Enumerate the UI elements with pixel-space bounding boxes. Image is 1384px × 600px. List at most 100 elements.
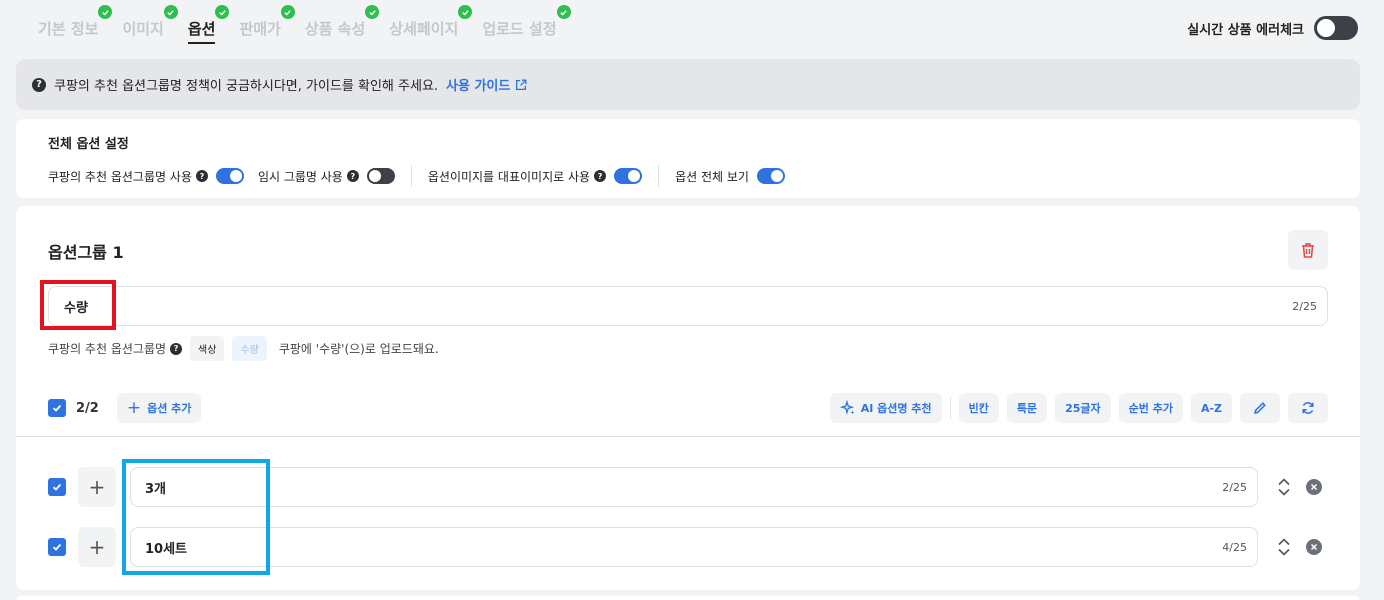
- tab-label: 상세페이지: [389, 20, 459, 38]
- setting-label: 임시 그룹명 사용: [257, 169, 343, 184]
- remove-option-icon[interactable]: [1306, 539, 1322, 555]
- check-icon: [98, 5, 113, 19]
- add-option-button[interactable]: + 옵션 추가: [116, 393, 202, 423]
- recommended-group-names: 쿠팡의 추천 옵션그룹명 ? 색상 수량 쿠팡에 '수량'(으)로 업로드돼요.: [48, 336, 439, 361]
- help-icon[interactable]: ?: [195, 170, 208, 182]
- tab-label: 판매가: [239, 20, 281, 38]
- sparkle-icon: [839, 400, 855, 415]
- tab-label: 기본 정보: [38, 20, 99, 38]
- add-sub-option-button[interactable]: +: [78, 527, 116, 567]
- temp-group-name-toggle[interactable]: [366, 168, 395, 184]
- setting-temp-group-name: 임시 그룹명 사용 ?: [258, 168, 395, 185]
- pencil-icon: [1253, 402, 1266, 415]
- tab-price[interactable]: 판매가: [239, 5, 295, 44]
- option-checkbox[interactable]: [48, 538, 66, 556]
- group-name-value: 수량: [64, 300, 88, 316]
- setting-recommended-group-name: 쿠팡의 추천 옵션그룹명 사용 ?: [48, 168, 244, 185]
- help-icon[interactable]: ?: [594, 170, 607, 182]
- rec-chip[interactable]: 색상: [190, 336, 225, 361]
- drag-sort-icon[interactable]: [1276, 477, 1292, 497]
- ai-label: AI 옵션명 추천: [860, 402, 932, 415]
- group-name-input[interactable]: 수량 2/25: [48, 286, 1328, 326]
- rec-label: 쿠팡의 추천 옵션그룹명: [48, 342, 167, 356]
- error-check-toggle[interactable]: [1314, 16, 1358, 40]
- tab-basic-info[interactable]: 기본 정보: [38, 5, 113, 44]
- upload-message: 쿠팡에 '수량'(으)로 업로드돼요.: [278, 342, 439, 356]
- tab-upload-settings[interactable]: 업로드 설정: [482, 5, 571, 44]
- external-link-icon: [516, 79, 527, 90]
- setting-label: 옵션이미지를 대표이미지로 사용: [427, 169, 591, 184]
- refresh-button[interactable]: [1288, 393, 1328, 423]
- edit-button[interactable]: [1240, 393, 1280, 423]
- view-all-options-toggle[interactable]: [756, 168, 785, 184]
- settings-title: 전체 옵션 설정: [48, 137, 129, 152]
- add-sub-option-button[interactable]: +: [78, 467, 116, 507]
- option-value: 10세트: [145, 541, 188, 557]
- special-char-button[interactable]: 특문: [1006, 393, 1048, 423]
- check-icon: [458, 5, 473, 19]
- divider: [16, 436, 1360, 437]
- guide-banner: ? 쿠팡의 추천 옵션그룹명 정책이 궁금하시다면, 가이드를 확인해 주세요.…: [16, 59, 1360, 110]
- tab-attributes[interactable]: 상품 속성: [305, 5, 380, 44]
- plus-icon: +: [126, 397, 142, 418]
- char-counter: 4/25: [1222, 540, 1247, 554]
- check-icon: [215, 5, 230, 19]
- divider: [658, 165, 660, 187]
- check-icon: [52, 483, 62, 491]
- tab-image[interactable]: 이미지: [122, 5, 178, 44]
- 25-chars-button[interactable]: 25글자: [1055, 393, 1111, 423]
- delete-group-button[interactable]: [1288, 230, 1328, 270]
- option-group-card: 옵션그룹 1 수량 2/25 쿠팡의 추천 옵션그룹명 ? 색상 수량 쿠팡에 …: [16, 206, 1360, 590]
- help-icon: ?: [32, 77, 46, 92]
- tab-label: 옵션: [187, 20, 216, 38]
- setting-label: 옵션 전체 보기: [675, 169, 749, 184]
- select-all-checkbox[interactable]: [48, 399, 66, 417]
- option-value-input[interactable]: 10세트 4/25: [130, 527, 1258, 567]
- recommended-group-name-toggle[interactable]: [215, 168, 244, 184]
- option-image-main-toggle[interactable]: [614, 168, 643, 184]
- guide-link[interactable]: 사용 가이드: [446, 75, 528, 94]
- sort-az-button[interactable]: A-Z: [1190, 393, 1232, 423]
- blank-button[interactable]: 빈칸: [958, 393, 999, 423]
- option-row: + 10세트 4/25: [48, 527, 1328, 567]
- check-icon: [556, 5, 571, 19]
- ai-recommend-button[interactable]: AI 옵션명 추천: [829, 393, 942, 423]
- help-icon[interactable]: ?: [346, 170, 359, 182]
- char-counter: 2/25: [1292, 299, 1317, 313]
- add-sequence-button[interactable]: 순번 추가: [1118, 393, 1183, 423]
- setting-view-all-options: 옵션 전체 보기: [675, 168, 785, 185]
- error-check: 실시간 상품 에러체크: [1187, 16, 1358, 40]
- drag-sort-icon[interactable]: [1276, 537, 1292, 557]
- check-icon: [280, 5, 295, 19]
- add-option-label: 옵션 추가: [147, 402, 192, 415]
- rec-chip-selected[interactable]: 수량: [232, 336, 267, 361]
- option-value: 3개: [145, 481, 167, 497]
- settings-toggles: 쿠팡의 추천 옵션그룹명 사용 ? 임시 그룹명 사용 ? 옵션이미지를 대표이…: [48, 165, 785, 187]
- tab-label: 이미지: [122, 20, 164, 38]
- divider: [410, 165, 412, 187]
- remove-option-icon[interactable]: [1306, 479, 1322, 495]
- check-icon: [365, 5, 380, 19]
- check-icon: [163, 5, 178, 19]
- char-counter: 2/25: [1222, 480, 1247, 494]
- plus-icon: +: [88, 535, 106, 559]
- check-icon: [52, 543, 62, 551]
- tab-options[interactable]: 옵션: [187, 5, 230, 44]
- help-icon[interactable]: ?: [170, 342, 183, 355]
- setting-option-image-as-main: 옵션이미지를 대표이미지로 사용 ?: [427, 168, 643, 185]
- refresh-icon: [1302, 402, 1314, 414]
- error-check-label: 실시간 상품 에러체크: [1187, 22, 1304, 38]
- guide-link-label: 사용 가이드: [446, 79, 511, 94]
- option-checkbox[interactable]: [48, 478, 66, 496]
- option-group-title: 옵션그룹 1: [48, 243, 124, 262]
- option-value-input[interactable]: 3개 2/25: [130, 467, 1258, 507]
- trash-icon: [1302, 243, 1314, 258]
- tab-detail-page[interactable]: 상세페이지: [389, 5, 473, 44]
- check-icon: [52, 404, 62, 412]
- setting-label: 쿠팡의 추천 옵션그룹명 사용: [48, 169, 192, 184]
- option-toolbar: 2/2 + 옵션 추가 AI 옵션명 추천 빈칸 특문 25글자 순번 추가 A…: [48, 392, 1328, 424]
- tab-label: 업로드 설정: [482, 20, 557, 38]
- guide-text: 쿠팡의 추천 옵션그룹명 정책이 궁금하시다면, 가이드를 확인해 주세요.: [54, 79, 439, 94]
- plus-icon: +: [88, 475, 106, 499]
- option-row: + 3개 2/25: [48, 467, 1328, 507]
